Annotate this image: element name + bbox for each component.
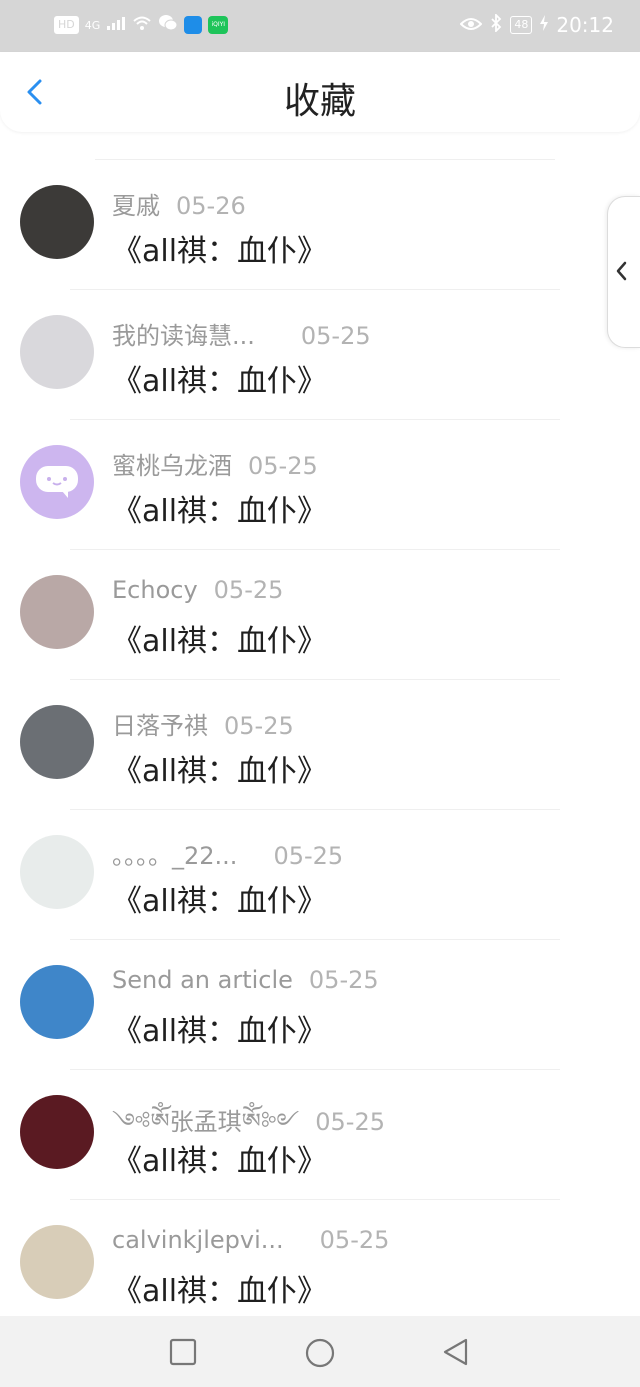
list-item[interactable]: Send an article 05-25 《all祺：血仆》 [0, 940, 640, 1070]
item-meta: 蜜桃乌龙酒 05-25 [112, 446, 318, 481]
list-item[interactable]: 日落予祺 05-25 《all祺：血仆》 [0, 680, 640, 810]
date: 05-25 [248, 452, 318, 480]
header: 收藏 [0, 52, 640, 132]
avatar[interactable] [20, 315, 94, 389]
date: 05-26 [176, 192, 246, 220]
book-title[interactable]: 《all祺：血仆》 [112, 1136, 327, 1180]
username[interactable]: 夏戚 [112, 192, 160, 220]
nav-back-button[interactable] [440, 1336, 472, 1368]
item-meta: 日落予祺 05-25 [112, 706, 294, 741]
avatar[interactable] [20, 705, 94, 779]
item-meta: 夏戚 05-26 [112, 186, 246, 221]
page-title: 收藏 [283, 81, 356, 122]
book-title[interactable]: 《all祺：血仆》 [112, 356, 327, 400]
triangle-back-icon [443, 1338, 468, 1366]
list-item[interactable]: 。。。。_22... 05-25 《all祺：血仆》 [0, 810, 640, 940]
book-title[interactable]: 《all祺：血仆》 [112, 746, 327, 790]
avatar[interactable] [20, 445, 94, 519]
side-drawer-handle[interactable] [607, 196, 640, 348]
wechat-icon [158, 14, 178, 36]
avatar[interactable] [20, 185, 94, 259]
system-nav-bar [0, 1316, 640, 1387]
chat-bubble-icon [36, 466, 78, 498]
username[interactable]: Send an article [112, 966, 293, 994]
status-right: 48 20:12 [459, 12, 614, 37]
circle-icon [305, 1338, 335, 1368]
book-title[interactable]: 《all祺：血仆》 [112, 1266, 327, 1310]
avatar[interactable] [20, 965, 94, 1039]
book-title[interactable]: 《all祺：血仆》 [112, 1006, 327, 1050]
signal-icon [106, 15, 126, 35]
square-icon [169, 1338, 197, 1366]
item-meta: 。。。。_22... 05-25 [112, 836, 343, 871]
date: 05-25 [319, 1226, 390, 1254]
username[interactable]: 。。。。_22... [112, 842, 237, 870]
date: 05-25 [315, 1108, 385, 1136]
avatar[interactable] [20, 575, 94, 649]
list-item[interactable]: calvinkjlepvi... 05-25 《all祺：血仆》 [0, 1200, 640, 1330]
hd-badge: HD [54, 16, 79, 34]
app-icon-blue [184, 16, 203, 34]
list-item[interactable]: 蜜桃乌龙酒 05-25 《all祺：血仆》 [0, 420, 640, 550]
username[interactable]: Echocy [112, 576, 198, 604]
network-label: 4G [84, 18, 101, 32]
username[interactable]: calvinkjlepvi... [112, 1226, 284, 1254]
wifi-icon [132, 15, 152, 35]
list-item[interactable]: 我的读诲慧... 05-25 《all祺：血仆》 [0, 290, 640, 420]
book-title[interactable]: 《all祺：血仆》 [112, 876, 327, 920]
book-title[interactable]: 《all祺：血仆》 [112, 226, 327, 270]
item-meta: Echocy 05-25 [112, 576, 283, 604]
date: 05-25 [273, 842, 344, 870]
date: 05-25 [308, 966, 379, 994]
eye-icon [459, 16, 483, 35]
avatar[interactable] [20, 1225, 94, 1299]
list-item[interactable]: Echocy 05-25 《all祺：血仆》 [0, 550, 640, 680]
home-button[interactable] [303, 1336, 335, 1368]
username[interactable]: 日落予祺 [112, 712, 208, 740]
bluetooth-icon [490, 12, 502, 36]
date: 05-25 [224, 712, 294, 740]
charging-icon [540, 15, 549, 35]
list-item[interactable]: 夏戚 05-26 《all祺：血仆》 [0, 160, 640, 290]
book-title[interactable]: 《all祺：血仆》 [112, 616, 327, 660]
clock: 20:12 [556, 13, 614, 37]
status-bar: HD 4G iQIYI 48 20:12 [0, 0, 640, 52]
date: 05-25 [300, 322, 371, 350]
chevron-left-icon [616, 261, 627, 281]
username[interactable]: 我的读诲慧... [112, 322, 255, 350]
status-left: HD 4G iQIYI [54, 14, 229, 36]
item-meta: 我的读诲慧... 05-25 [112, 316, 371, 351]
avatar[interactable] [20, 835, 94, 909]
date: 05-25 [213, 576, 284, 604]
username[interactable]: ༺ༀ张孟琪ༀ༻ [112, 1108, 299, 1136]
iqiyi-label: iQIYI [211, 21, 226, 28]
book-title[interactable]: 《all祺：血仆》 [112, 486, 327, 530]
avatar[interactable] [20, 1095, 94, 1169]
username[interactable]: 蜜桃乌龙酒 [112, 452, 232, 480]
battery-icon: 48 [510, 16, 533, 34]
iqiyi-icon: iQIYI [208, 16, 229, 34]
item-meta: calvinkjlepvi... 05-25 [112, 1226, 389, 1254]
recent-apps-button[interactable] [167, 1336, 199, 1368]
list-item[interactable]: ༺ༀ张孟琪ༀ༻ 05-25 《all祺：血仆》 [0, 1070, 640, 1200]
item-meta: Send an article 05-25 [112, 966, 379, 994]
